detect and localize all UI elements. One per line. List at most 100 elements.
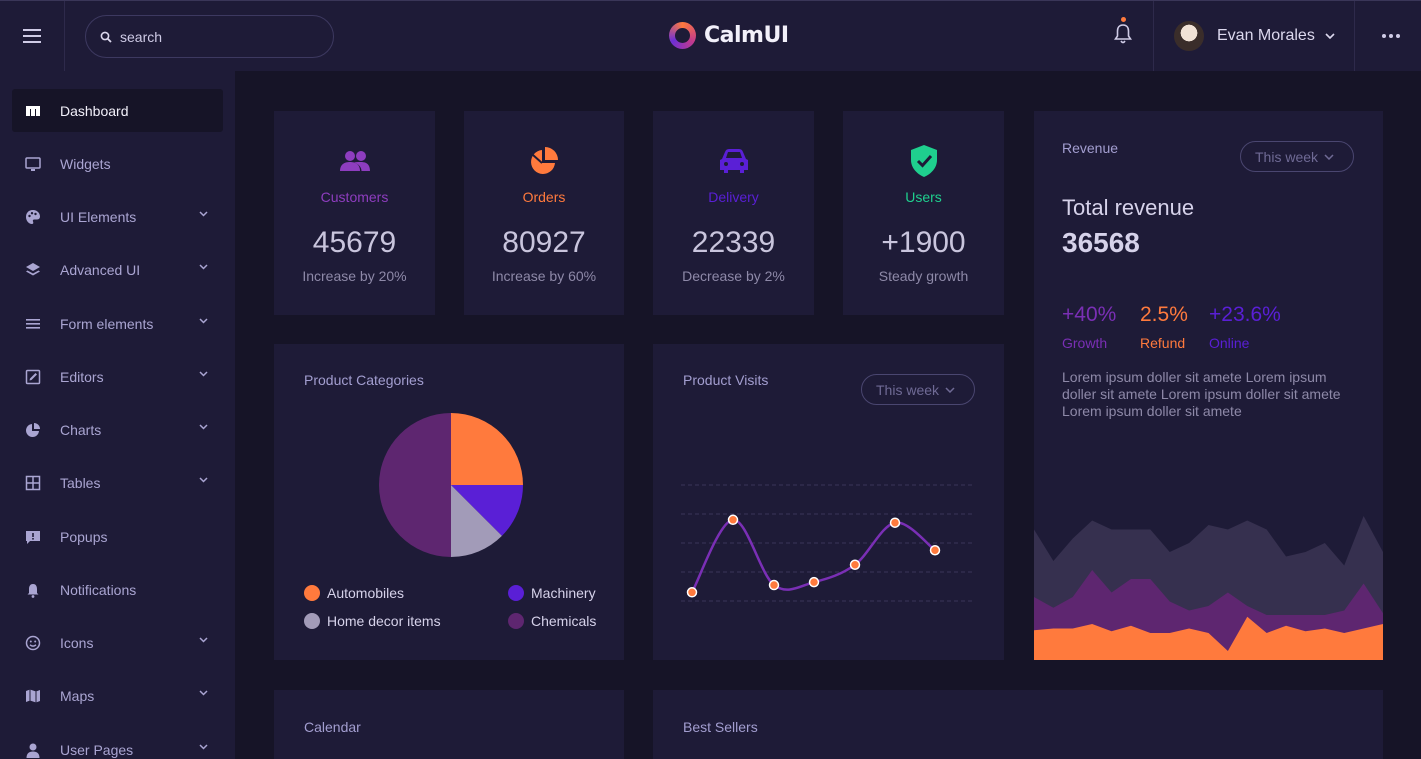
stat-label: Delivery [708,189,759,205]
sidebar-item-dashboard[interactable]: Dashboard [12,89,223,132]
sidebar-item-label: Dashboard [60,102,129,119]
sidebar-item-user-pages[interactable]: User Pages [12,728,223,759]
popup-icon [25,529,41,545]
stat-value: 45679 [312,226,397,259]
sidebar-item-editors[interactable]: Editors [12,355,223,398]
stat-subtext: Decrease by 2% [682,268,785,284]
sidebar-item-charts[interactable]: Charts [12,408,223,451]
chevron-down-icon [199,264,208,270]
logo[interactable]: CalmUI [669,22,789,49]
line-chart [681,484,975,602]
sidebar-item-label: Editors [60,368,104,385]
range-dropdown[interactable]: This week [1240,141,1354,172]
shield-check-icon [907,144,941,178]
car-icon [717,144,751,178]
card-title: Calendar [304,719,361,735]
pie-slice-chemicals [379,413,451,557]
product-categories-card: Product Categories Automobiles Machinery… [274,344,624,660]
sidebar-item-form-elements[interactable]: Form elements [12,302,223,345]
stat-card-delivery: Delivery 22339 Decrease by 2% [653,111,814,315]
logo-icon [669,22,696,49]
smile-icon [25,635,41,651]
sidebar-item-label: UI Elements [60,208,137,225]
metric-label: Online [1209,335,1250,351]
legend-swatch [304,585,320,601]
revenue-label: Revenue [1062,140,1119,156]
revenue-title: Total revenue [1062,195,1195,220]
chevron-down-icon [199,477,208,483]
sidebar-item-maps[interactable]: Maps [12,674,223,717]
card-title: Best Sellers [683,719,758,735]
range-label: This week [1255,148,1319,165]
sidebar-item-tables[interactable]: Tables [12,461,223,504]
stat-subtext: Increase by 60% [491,268,597,284]
table-icon [25,475,41,491]
revenue-description: Lorem ipsum doller sit amete Lorem ipsum… [1062,369,1341,419]
sidebar-item-advanced-ui[interactable]: Advanced UI [12,248,223,291]
legend-label: Home decor items [327,613,441,629]
notification-bell-icon[interactable] [1111,19,1135,49]
sidebar-item-label: Advanced UI [60,261,141,278]
avatar [1174,21,1204,51]
notification-dot [1121,17,1126,22]
sidebar-item-label: Maps [60,687,95,704]
chevron-down-icon [199,690,208,696]
metric-refund: 2.5% Refund [1140,303,1188,351]
calendar-card: Calendar [274,690,624,759]
sidebar-item-widgets[interactable]: Widgets [12,142,223,185]
revenue-card: Revenue This week Total revenue 36568 +4… [1034,111,1383,660]
edit-icon [25,369,41,385]
user-icon [25,742,41,758]
stat-card-orders: Orders 80927 Increase by 60% [464,111,624,315]
area-chart [1034,516,1383,660]
legend-label: Chemicals [531,613,597,629]
sidebar-item-notifications[interactable]: Notifications [12,568,223,611]
metric-value: +40% [1062,303,1117,326]
sidebar-item-popups[interactable]: Popups [12,515,223,558]
revenue-value: 36568 [1062,227,1140,258]
pie-chart-icon [25,422,41,438]
metric-value: +23.6% [1209,303,1281,326]
menu-toggle-button[interactable] [0,1,65,71]
search-box[interactable] [85,15,334,58]
hamburger-icon [23,35,41,37]
data-point [768,579,780,591]
search-input[interactable] [120,28,320,45]
logo-text: CalmUI [704,23,789,48]
user-name: Evan Morales [1217,27,1315,44]
search-icon [100,31,112,43]
sidebar-item-label: Notifications [60,581,137,598]
legend-swatch [304,613,320,629]
bell-icon [25,582,41,598]
stat-value: 80927 [502,226,586,259]
metric-growth: +40% Growth [1062,303,1116,351]
pie-slice-automobiles [451,413,523,485]
more-options-icon[interactable] [1382,34,1400,38]
list-icon [25,316,41,332]
top-bar: CalmUI Evan Morales [0,0,1421,71]
pie-chart [379,413,523,557]
sidebar-item-label: User Pages [60,741,134,758]
map-icon [25,688,41,704]
data-point [889,517,901,528]
sidebar-item-icons[interactable]: Icons [12,621,223,664]
legend-item: Machinery [508,585,596,601]
monitor-icon [25,156,41,172]
chevron-down-icon [199,744,208,750]
legend-label: Machinery [531,585,596,601]
user-menu[interactable]: Evan Morales [1153,1,1355,71]
stat-subtext: Steady growth [878,268,969,284]
users-icon [338,144,372,178]
legend-label: Automobiles [327,585,405,601]
pie-icon [527,144,561,178]
chevron-down-icon [199,318,208,324]
metric-label: Growth [1062,335,1108,351]
legend-item: Automobiles [304,585,404,601]
sidebar-item-label: Icons [60,634,94,651]
sidebar-item-ui-elements[interactable]: UI Elements [12,195,223,238]
sidebar-item-label: Popups [60,528,108,545]
stat-value: 22339 [691,226,776,259]
data-point [929,545,941,556]
layers-icon [25,262,41,278]
stat-card-customers: Customers 45679 Increase by 20% [274,111,435,315]
